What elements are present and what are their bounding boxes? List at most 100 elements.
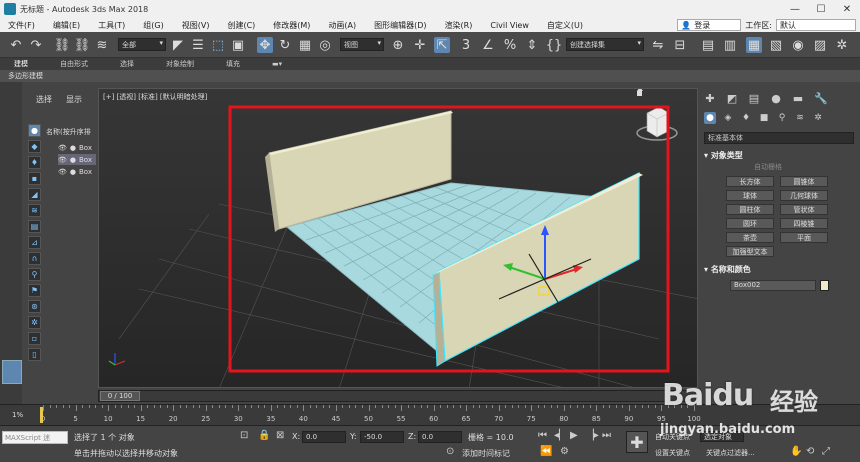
plane-button[interactable]: 平面 xyxy=(780,232,828,243)
scene-explorer-icon[interactable]: ▤ xyxy=(700,37,716,53)
select-manipulate-icon[interactable]: ✛ xyxy=(412,37,428,53)
set-key-icon[interactable]: ✚ xyxy=(626,431,648,453)
menu-customize[interactable]: 自定义(U) xyxy=(539,20,593,31)
selected-object-dropdown[interactable]: 选定对象 xyxy=(700,431,744,442)
ribbon-options-icon[interactable]: ▬▾ xyxy=(258,60,300,68)
name-color-rollout[interactable]: ▾ 名称和颜色 xyxy=(704,264,856,275)
z-coordinate-field[interactable]: 0.0 xyxy=(418,431,462,443)
tube-button[interactable]: 管状体 xyxy=(780,204,828,215)
filter-all-icon[interactable]: ✲ xyxy=(28,316,41,329)
named-selection-set-dropdown[interactable]: 创建选择集 xyxy=(566,38,644,51)
close-button[interactable]: ✕ xyxy=(834,0,860,18)
prev-frame-icon[interactable]: ◂▏ xyxy=(554,430,567,441)
time-slider[interactable]: 0 / 100 xyxy=(98,390,698,402)
redo-icon[interactable]: ↷ xyxy=(28,37,44,53)
key-mode-icon[interactable]: ⏪ xyxy=(540,446,552,457)
primitive-type-dropdown[interactable]: 标准基本体 xyxy=(704,132,854,144)
layer-explorer-icon[interactable]: ▥ xyxy=(722,37,738,53)
ribbon-tab-populate[interactable]: 填充 xyxy=(212,59,258,69)
bind-space-warp-icon[interactable]: ≋ xyxy=(94,37,110,53)
sphere-button[interactable]: 球体 xyxy=(726,190,774,201)
filter-light-icon[interactable]: ♦ xyxy=(28,156,41,169)
filter-frozen-icon[interactable]: ⚑ xyxy=(28,284,41,297)
angle-snap-icon[interactable]: ∠ xyxy=(480,37,496,53)
scene-row[interactable]: 👁 ● Box xyxy=(58,166,96,177)
geometry-category-icon[interactable]: ● xyxy=(704,112,716,124)
mirror-icon[interactable]: ⇋ xyxy=(650,37,666,53)
rect-selection-icon[interactable]: ⬚ xyxy=(210,37,226,53)
scale-icon[interactable]: ▦ xyxy=(297,37,313,53)
menu-animation[interactable]: 动画(A) xyxy=(320,20,366,31)
time-config-icon[interactable]: ⚙ xyxy=(560,446,569,457)
menu-file[interactable]: 文件(F) xyxy=(0,20,45,31)
curve-editor-icon[interactable]: ▧ xyxy=(768,37,784,53)
snap-toggle-icon[interactable]: 3 xyxy=(458,37,474,53)
filter-shape-icon[interactable]: ◆ xyxy=(28,140,41,153)
filter-helper-icon[interactable]: ◢ xyxy=(28,188,41,201)
current-frame-marker[interactable] xyxy=(40,407,43,423)
undo-icon[interactable]: ↶ xyxy=(8,37,24,53)
cameras-category-icon[interactable]: ■ xyxy=(758,112,770,124)
object-name-field[interactable]: Box002 xyxy=(730,280,816,291)
filter-hidden-icon[interactable]: ⊛ xyxy=(28,300,41,313)
pyramid-button[interactable]: 四棱锥 xyxy=(780,218,828,229)
rotate-icon[interactable]: ↻ xyxy=(277,37,293,53)
viewcube-home-icon[interactable] xyxy=(637,91,642,96)
eye-icon[interactable]: 👁 xyxy=(58,144,67,152)
reference-coord-dropdown[interactable]: 视图 xyxy=(340,38,384,51)
ribbon-toggle-icon[interactable]: ▦ xyxy=(746,37,762,53)
text-plus-button[interactable]: 加强型文本 xyxy=(726,246,774,257)
keyboard-shortcut-icon[interactable]: ⇱ xyxy=(434,37,450,53)
eye-icon[interactable]: 👁 xyxy=(58,168,67,176)
time-slider-thumb[interactable]: 0 / 100 xyxy=(100,391,140,401)
add-time-tag[interactable]: 添加时间标记 xyxy=(462,448,510,459)
play-icon[interactable]: ▶ xyxy=(570,430,578,441)
filter-link-icon[interactable]: ⚲ xyxy=(28,268,41,281)
explorer-column-header[interactable]: 名称(按升序排 xyxy=(46,127,91,137)
filter-none-icon[interactable]: ▫ xyxy=(28,332,41,345)
key-filters-button[interactable]: 关键点过滤器... xyxy=(706,448,755,458)
y-coordinate-field[interactable]: -50.0 xyxy=(360,431,404,443)
workspace-dropdown[interactable]: 默认 xyxy=(776,19,856,31)
select-object-icon[interactable]: ◤ xyxy=(170,37,186,53)
filter-spacewarp-icon[interactable]: ≋ xyxy=(28,204,41,217)
filter-invert-icon[interactable]: ▯ xyxy=(28,348,41,361)
window-crossing-icon[interactable]: ▣ xyxy=(230,37,246,53)
menu-civil-view[interactable]: Civil View xyxy=(482,21,539,30)
viewport-layout-thumb[interactable] xyxy=(2,360,22,384)
next-frame-icon[interactable]: ▕▸ xyxy=(586,430,599,441)
menu-graph-editors[interactable]: 图形编辑器(D) xyxy=(366,20,436,31)
filter-bone-icon[interactable]: ∩ xyxy=(28,252,41,265)
place-icon[interactable]: ◎ xyxy=(317,37,333,53)
utilities-tab-icon[interactable]: 🔧 xyxy=(814,92,828,105)
ribbon-tab-freeform[interactable]: 自由形式 xyxy=(46,59,106,69)
spacewarps-category-icon[interactable]: ≋ xyxy=(794,112,806,124)
time-tag-icon[interactable]: ⊙ xyxy=(446,446,454,457)
link-icon[interactable]: ⛓ xyxy=(54,37,71,53)
menu-group[interactable]: 组(G) xyxy=(135,20,173,31)
menu-modifiers[interactable]: 修改器(M) xyxy=(265,20,320,31)
spinner-snap-icon[interactable]: ⇕ xyxy=(524,37,540,53)
goto-end-icon[interactable]: ⏭ xyxy=(602,430,611,441)
maxscript-listener[interactable]: MAXScript 迷 xyxy=(2,431,68,444)
modify-tab-icon[interactable]: ◩ xyxy=(726,92,738,105)
perspective-viewport[interactable]: [+] [透视] [标准] [默认明暗处理] xyxy=(98,88,698,388)
viewport-label[interactable]: [+] [透视] [标准] [默认明暗处理] xyxy=(103,92,207,102)
shapes-category-icon[interactable]: ◈ xyxy=(722,112,734,124)
lights-category-icon[interactable]: ♦ xyxy=(740,112,752,124)
scene-row[interactable]: 👁 ● Box xyxy=(58,142,96,153)
teapot-button[interactable]: 茶壶 xyxy=(726,232,774,243)
set-key-button[interactable]: 设置关键点 xyxy=(655,448,690,458)
maximize-viewport-icon[interactable]: ⤢ xyxy=(822,446,830,457)
align-icon[interactable]: ⊟ xyxy=(672,37,688,53)
geosphere-button[interactable]: 几何球体 xyxy=(780,190,828,201)
ribbon-tab-selection[interactable]: 选择 xyxy=(106,59,152,69)
login-button[interactable]: 👤 登录 xyxy=(677,19,742,31)
ribbon-panel-title[interactable]: 多边形建模 xyxy=(0,70,860,82)
move-icon[interactable]: ✥ xyxy=(257,37,273,53)
ribbon-tab-modeling[interactable]: 建模 xyxy=(0,59,46,69)
orbit-icon[interactable]: ⟲ xyxy=(806,446,814,457)
object-type-rollout[interactable]: ▾ 对象类型 xyxy=(704,150,856,161)
x-coordinate-field[interactable]: 0.0 xyxy=(302,431,346,443)
selection-lock-icon[interactable]: 🔒 xyxy=(258,430,270,441)
